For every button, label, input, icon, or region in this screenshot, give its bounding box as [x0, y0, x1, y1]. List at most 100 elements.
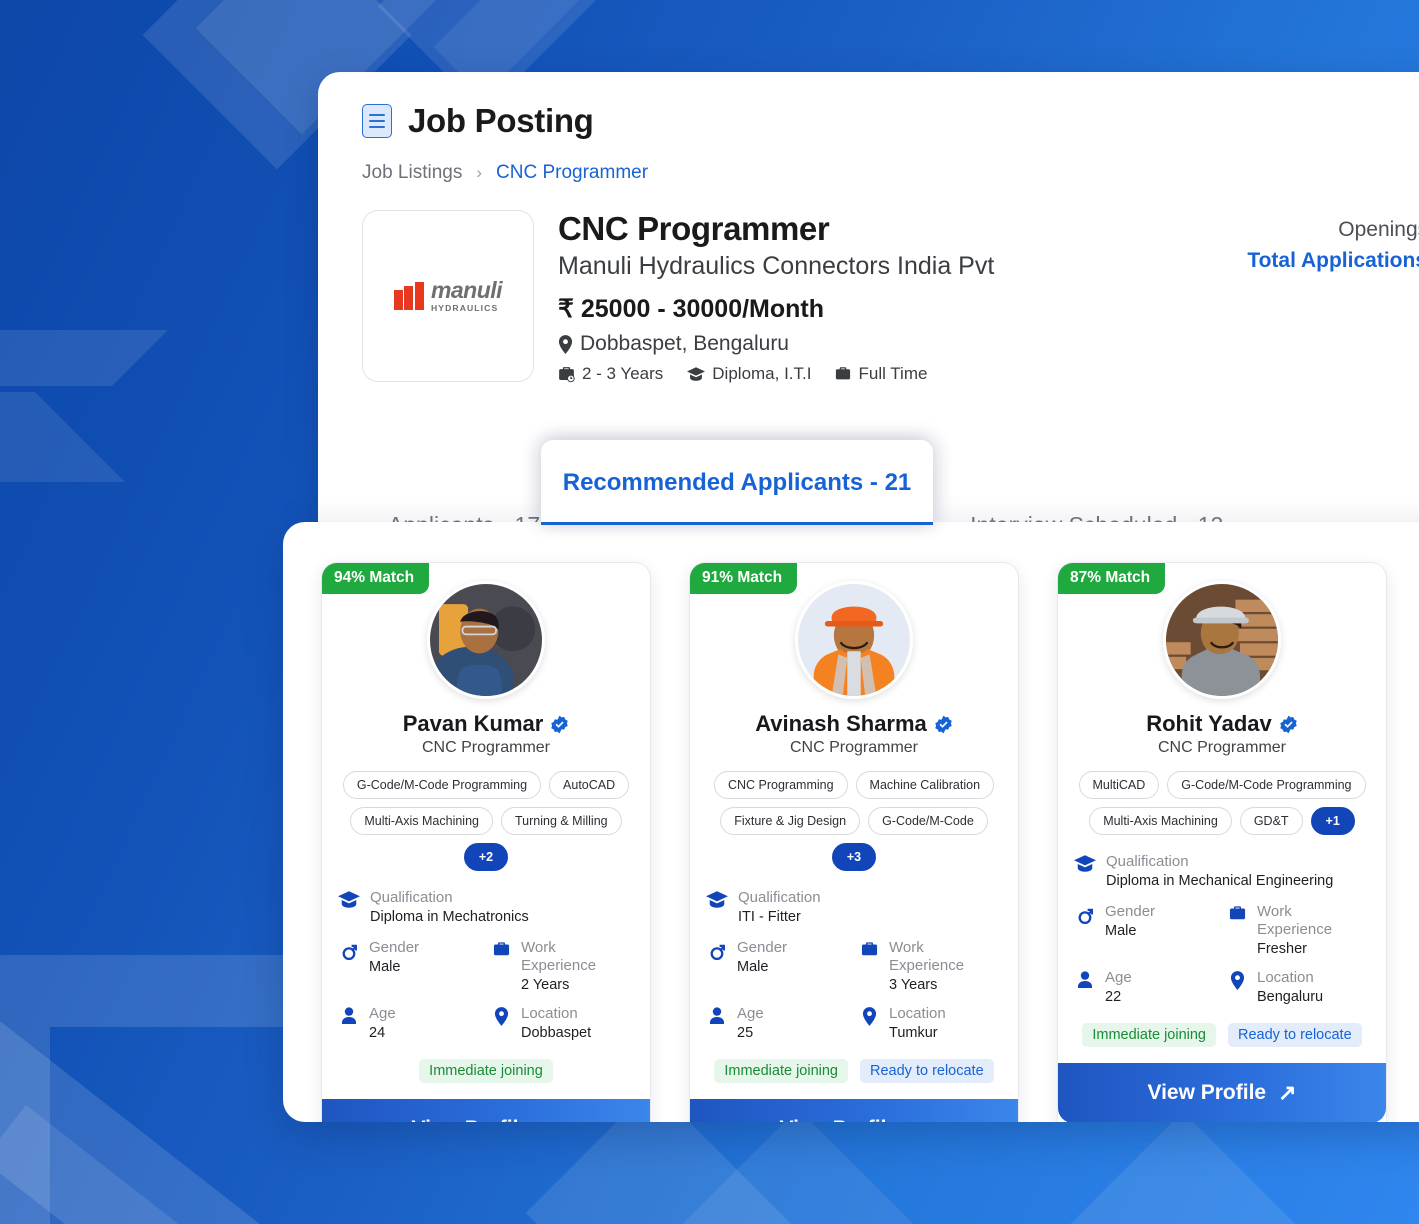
- skill-pill[interactable]: GD&T: [1239, 807, 1303, 835]
- page-title: Job Posting: [408, 102, 594, 139]
- map-pin-icon: [558, 334, 573, 354]
- age-value: 22: [1105, 989, 1122, 1005]
- gender-value: Male: [737, 959, 769, 975]
- job-title: CNC Programmer: [558, 210, 830, 247]
- match-badge: 87% Match: [1058, 563, 1166, 594]
- skill-pill[interactable]: Machine Calibration: [855, 771, 995, 799]
- job-type-text: Full Time: [858, 364, 928, 383]
- candidate-name-row: Rohit Yadav: [1074, 711, 1370, 737]
- job-type: Full Time: [835, 364, 927, 384]
- graduation-cap-icon: [687, 366, 706, 382]
- match-badge: 91% Match: [690, 563, 798, 594]
- location-label: Location: [1257, 969, 1314, 986]
- arrow-up-right-icon: ↗: [1278, 1080, 1297, 1105]
- skills-list: MultiCAD G-Code/M-Code Programming Multi…: [1074, 771, 1370, 835]
- work-experience-field: Work Experience Fresher: [1226, 903, 1370, 957]
- skill-pill[interactable]: Turning & Milling: [500, 807, 622, 835]
- age-field: Age 22: [1074, 969, 1218, 1005]
- qualification-label: Qualification: [738, 889, 821, 906]
- candidate-role: CNC Programmer: [1157, 739, 1286, 756]
- candidate-name: Pavan Kumar: [402, 711, 544, 736]
- skill-pill[interactable]: CNC Programming: [713, 771, 848, 799]
- applicant-cards-row: 94% Match Pavan Kumar CNC Programmer G-C…: [283, 522, 1419, 1122]
- background-arrow-shape: [0, 330, 168, 386]
- qualification-label: Qualification: [370, 889, 453, 906]
- location-label: Location: [889, 1005, 946, 1022]
- skill-pill[interactable]: Fixture & Jig Design: [720, 807, 861, 835]
- work-experience-value: 2 Years: [521, 977, 570, 993]
- job-summary-row: manuli HYDRAULICS CNC Programmer Manuli …: [362, 210, 1419, 384]
- job-salary: ₹ 25000 - 30000/Month: [558, 295, 825, 323]
- verified-badge-icon: [935, 715, 952, 733]
- tab-recommended-applicants[interactable]: Recommended Applicants - 21: [541, 440, 933, 525]
- skill-pill[interactable]: Multi-Axis Machining: [350, 807, 493, 835]
- applicant-card[interactable]: 87% Match Rohit Yadav CNC Programmer Mul…: [1057, 562, 1387, 1122]
- status-badge: Ready to relocate: [1228, 1023, 1362, 1047]
- location-field: Location Dobbaspet: [490, 1005, 634, 1041]
- age-field: Age 25: [706, 1005, 850, 1041]
- breadcrumb-current[interactable]: CNC Programmer: [496, 162, 648, 184]
- graduation-cap-icon: [1074, 853, 1096, 873]
- work-experience-field: Work Experience 3 Years: [858, 939, 1002, 993]
- title-row: Job Posting: [362, 102, 1419, 140]
- view-profile-button[interactable]: View Profile ↗: [322, 1099, 650, 1122]
- view-profile-label: View Profile: [411, 1117, 530, 1122]
- skill-pill[interactable]: AutoCAD: [549, 771, 630, 799]
- skill-pill[interactable]: G-Code/M-Code Programming: [1167, 771, 1366, 799]
- map-pin-icon: [490, 1005, 512, 1026]
- graduation-cap-icon: [706, 889, 728, 909]
- qualification-field: Qualification Diploma in Mechatronics: [338, 889, 634, 925]
- manuli-logo-mark: [393, 282, 424, 310]
- work-experience-field: Work Experience 2 Years: [490, 939, 634, 993]
- job-education-text: Diploma, I.T.I: [712, 364, 812, 383]
- candidate-details-grid: Gender Male Work Experience Fresher Age …: [1074, 903, 1370, 1005]
- applicant-card[interactable]: 91% Match Avinash Sharma CNC Programmer …: [689, 562, 1019, 1122]
- applicant-card[interactable]: 94% Match Pavan Kumar CNC Programmer G-C…: [321, 562, 651, 1122]
- more-skills-pill[interactable]: +1: [1310, 807, 1355, 835]
- candidate-name: Avinash Sharma: [755, 711, 927, 736]
- age-field: Age 24: [338, 1005, 482, 1041]
- breadcrumb-parent-link[interactable]: Job Listings: [362, 162, 462, 184]
- candidate-name: Rohit Yadav: [1146, 711, 1272, 736]
- job-location-text: Dobbaspet, Bengaluru: [580, 332, 789, 355]
- more-skills-pill[interactable]: +3: [831, 843, 877, 871]
- recommended-applicants-panel: 94% Match Pavan Kumar CNC Programmer G-C…: [283, 522, 1419, 1122]
- view-profile-label: View Profile: [779, 1117, 898, 1122]
- briefcase-icon: [858, 939, 880, 958]
- job-experience: 2 - 3 Years: [558, 364, 663, 384]
- briefcase-clock-icon: [558, 366, 575, 383]
- more-skills-pill[interactable]: +2: [463, 843, 509, 871]
- company-logo-name: manuli: [430, 277, 503, 304]
- avatar: [427, 581, 545, 699]
- skill-pill[interactable]: Multi-Axis Machining: [1089, 807, 1232, 835]
- match-badge: 94% Match: [322, 563, 430, 594]
- job-stats: Openings: Total Applications:: [1247, 210, 1419, 273]
- status-badge: Immediate joining: [419, 1059, 553, 1083]
- skill-pill[interactable]: G-Code/M-Code: [868, 807, 988, 835]
- background-chevron-shape: [1041, 1111, 1339, 1224]
- view-profile-button[interactable]: View Profile ↗: [690, 1099, 1018, 1122]
- skill-pill[interactable]: G-Code/M-Code Programming: [342, 771, 542, 799]
- status-tags: Immediate joining Ready to relocate: [1074, 1023, 1370, 1047]
- work-experience-value: Fresher: [1257, 941, 1307, 957]
- work-experience-value: 3 Years: [889, 977, 938, 993]
- background-arrow-shape: [0, 392, 125, 482]
- gender-male-icon: [338, 939, 360, 960]
- briefcase-icon: [1226, 903, 1248, 922]
- company-logo-subtitle: HYDRAULICS: [430, 303, 499, 314]
- total-applications-label: Total Applications:: [1247, 249, 1419, 272]
- person-icon: [706, 1005, 728, 1025]
- map-pin-icon: [858, 1005, 880, 1026]
- skill-pill[interactable]: MultiCAD: [1078, 771, 1160, 799]
- view-profile-button[interactable]: View Profile ↗: [1058, 1063, 1386, 1122]
- chevron-right-icon: ›: [476, 163, 483, 182]
- skills-list: G-Code/M-Code Programming AutoCAD Multi-…: [338, 771, 634, 871]
- location-field: Location Bengaluru: [1226, 969, 1370, 1005]
- gender-value: Male: [1105, 923, 1137, 939]
- job-info: CNC Programmer Manuli Hydraulics Connect…: [558, 210, 1247, 384]
- status-tags: Immediate joining Ready to relocate: [706, 1059, 1002, 1083]
- location-value: Dobbaspet: [521, 1025, 592, 1041]
- tab-interview-scheduled[interactable]: Interview Scheduled - 12: [944, 512, 1249, 522]
- gender-label: Gender: [369, 939, 420, 956]
- job-location-row: Dobbaspet, Bengaluru: [558, 332, 1247, 356]
